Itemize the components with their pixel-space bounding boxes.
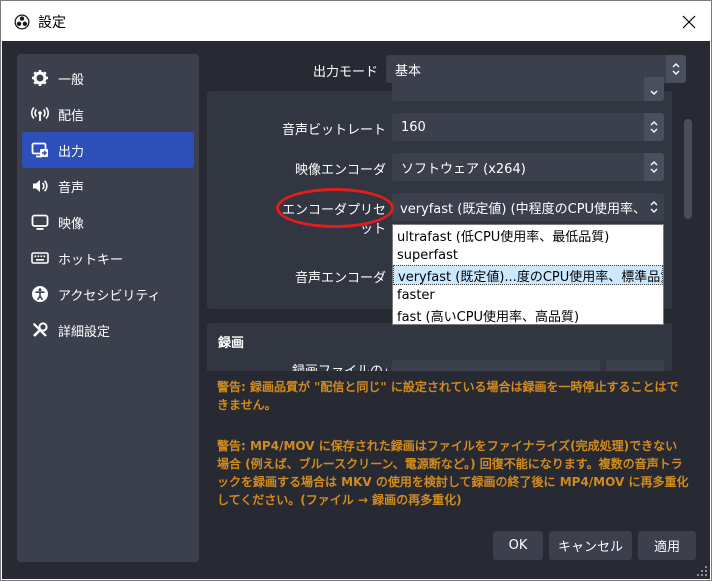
broadcast-icon [31,105,49,123]
list-item[interactable]: superfast [393,245,663,265]
keyboard-icon [31,249,49,267]
output-mode-label: 出力モード [312,65,378,80]
audio-bitrate-label: 音声ビットレート [281,123,386,138]
recording-section-header: 録画 [218,336,245,351]
ok-button[interactable]: OK [493,531,543,560]
sidebar-item-advanced[interactable]: 詳細設定 [22,312,194,348]
spin-icon [644,113,664,141]
encoder-preset-value: veryfast (既定値) (中程度のCPU使用率、標 [400,201,660,217]
warning-mp4-mov: 警告: MP4/MOV に保存された録画はファイルをファイナライズ(完成処理)で… [217,439,689,507]
warning-pause-recording: 警告: 録画品質が "配信と同じ" に設定されている場合は録画を一時停止すること… [217,380,679,412]
output-mode-value: 基本 [395,63,422,79]
sidebar-item-label: アクセシビリティ [58,288,161,304]
audio-bitrate-value: 160 [401,119,426,135]
sidebar-item-label: 一般 [58,72,85,88]
sidebar-item-label: ホットキー [58,252,124,268]
video-encoder-value: ソフトウェア (x264) [401,161,526,177]
spin-icon [644,77,664,101]
sidebar-item-label: 配信 [58,108,85,124]
sidebar-item-label: 詳細設定 [58,324,111,340]
audio-encoder-label: 音声エンコーダ [294,271,386,286]
output-icon [31,141,49,159]
resize-grip-icon[interactable] [696,565,708,577]
encoder-preset-select[interactable]: veryfast (既定値) (中程度のCPU使用率、標 [392,193,664,221]
tools-icon [31,321,49,339]
obs-logo-icon [14,14,30,30]
settings-window: 設定 一般 配信 出力 音声 映像 ホットキー アクセシビリティ 詳細設定 出力… [0,0,712,581]
list-item-selected[interactable]: veryfast (既定値)...度のCPU使用率、標準品質) [393,265,663,285]
gear-icon [31,69,49,87]
video-encoder-select[interactable]: ソフトウェア (x264) [392,153,664,181]
close-button[interactable] [667,7,711,37]
scrollbar-thumb[interactable] [684,119,692,219]
sidebar-item-label: 出力 [58,144,85,160]
sidebar-item-audio[interactable]: 音声 [22,168,194,204]
encoder-preset-label: エンコーダプリセット [281,203,386,237]
sidebar-item-accessibility[interactable]: アクセシビリティ [22,276,194,312]
speaker-icon [31,177,49,195]
sidebar-item-label: 音声 [58,180,85,196]
sidebar-item-general[interactable]: 一般 [22,60,194,96]
spin-icon [644,193,664,221]
sidebar-item-video[interactable]: 映像 [22,204,194,240]
video-encoder-label: 映像エンコーダ [294,163,386,178]
list-item[interactable]: ultrafast (低CPU使用率、最低品質) [393,225,663,245]
window-title: 設定 [38,15,66,31]
cancel-button[interactable]: キャンセル [549,531,632,560]
accessibility-icon [31,285,49,303]
list-item[interactable]: fast (高いCPU使用率、高品質) [393,305,663,325]
sidebar-item-stream[interactable]: 配信 [22,96,194,132]
spin-icon [644,153,664,181]
sidebar-item-output[interactable]: 出力 [22,132,194,168]
title-bar: 設定 [1,1,711,41]
hidden-top-field[interactable] [392,77,664,101]
list-item[interactable]: faster [393,285,663,305]
settings-sidebar: 一般 配信 出力 音声 映像 ホットキー アクセシビリティ 詳細設定 [17,54,199,562]
close-icon [682,15,696,29]
monitor-icon [31,213,49,231]
sidebar-item-label: 映像 [58,216,85,232]
encoder-preset-dropdown-list: ultrafast (低CPU使用率、最低品質) superfast veryf… [392,224,664,325]
apply-button[interactable]: 適用 [638,531,696,560]
spin-icon [666,55,686,83]
sidebar-item-hotkeys[interactable]: ホットキー [22,240,194,276]
audio-bitrate-select[interactable]: 160 [392,113,664,141]
